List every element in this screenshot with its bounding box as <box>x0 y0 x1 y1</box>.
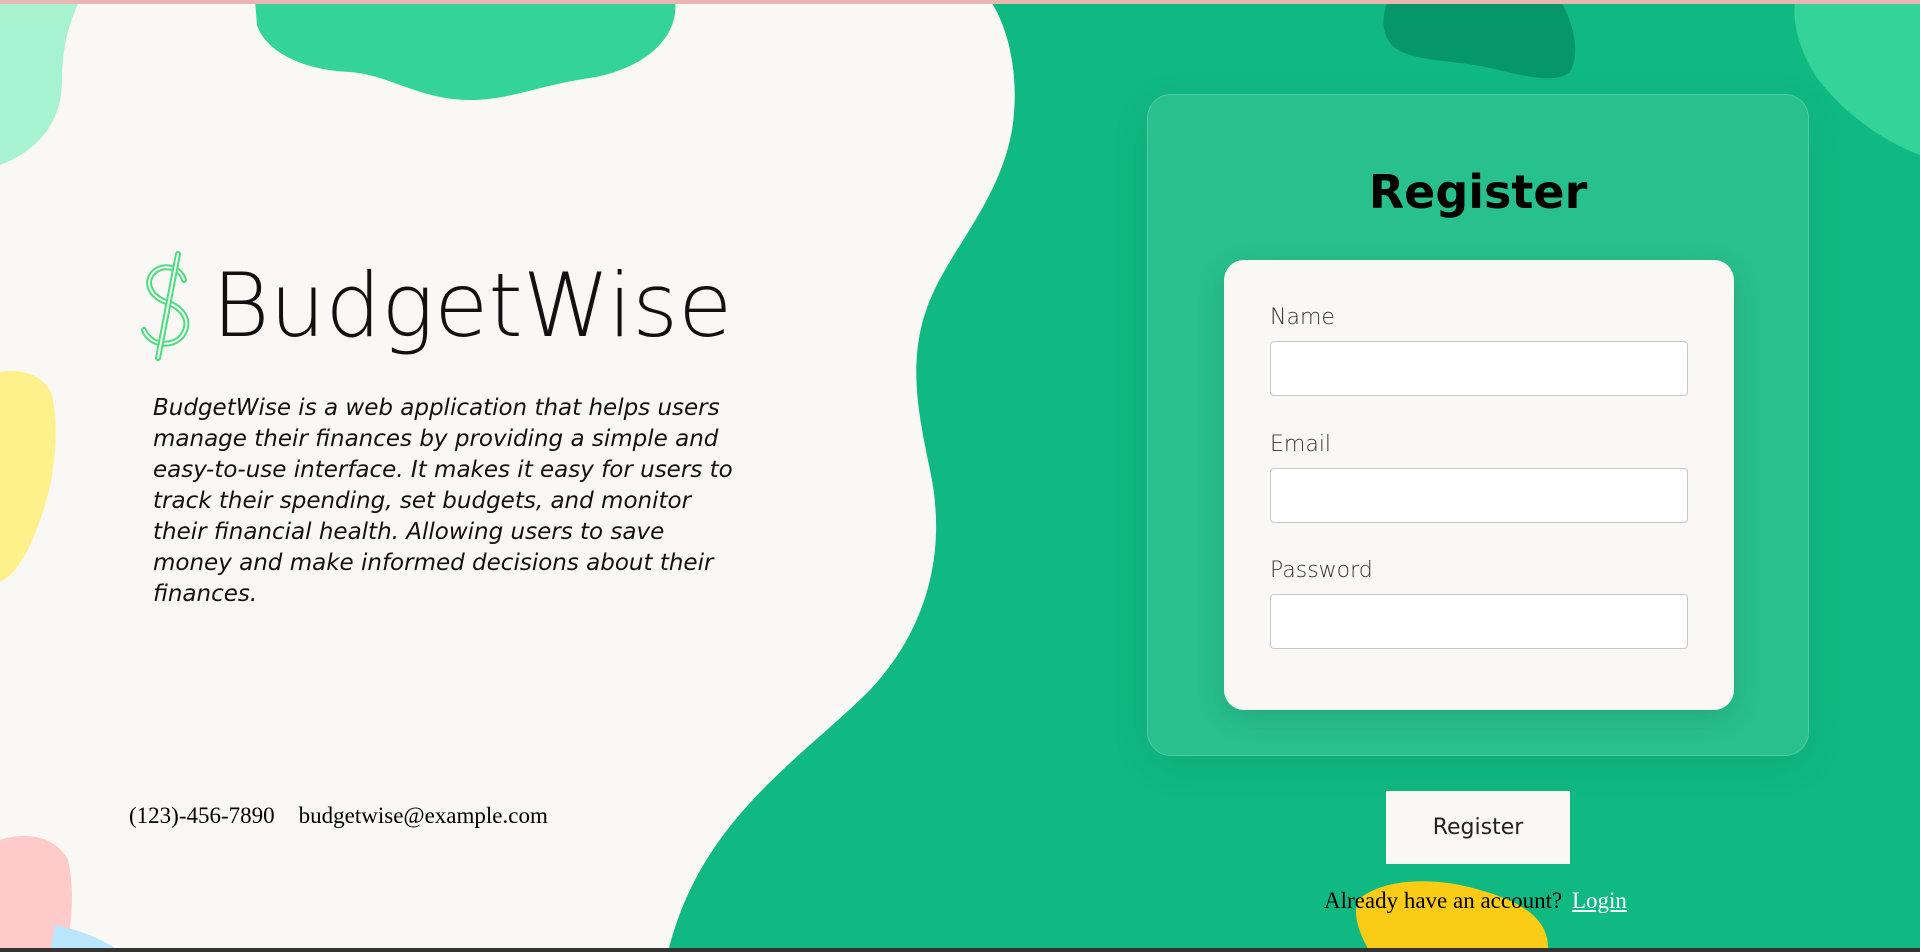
login-link[interactable]: Login <box>1572 888 1627 913</box>
brand-name: BudgetWise <box>212 254 733 357</box>
login-prompt: Already have an account? Login <box>1324 888 1627 914</box>
name-label: Name <box>1270 305 1335 330</box>
register-title: Register <box>1368 165 1588 219</box>
password-label: Password <box>1270 558 1373 583</box>
dollar-sign-icon <box>141 251 190 361</box>
left-yellow-blob <box>0 370 56 582</box>
contact-email: budgetwise@example.com <box>298 803 548 828</box>
bottom-border <box>0 948 1920 952</box>
brand-header: BudgetWise <box>132 250 732 362</box>
register-page: BudgetWise BudgetWise is a web applicati… <box>0 0 1920 952</box>
register-button[interactable]: Register <box>1386 791 1570 864</box>
email-input[interactable] <box>1270 468 1688 523</box>
top-green-blob <box>255 0 676 100</box>
password-input[interactable] <box>1270 594 1688 649</box>
login-prompt-text: Already have an account? <box>1324 888 1563 913</box>
brand-description: BudgetWise is a web application that hel… <box>153 395 733 607</box>
email-label: Email <box>1270 432 1332 457</box>
name-input[interactable] <box>1270 341 1688 396</box>
register-form: Name Email Password <box>1224 260 1734 710</box>
top-border <box>0 0 1920 4</box>
contact-phone: (123)-456-7890 <box>129 803 275 828</box>
contact-info: (123)-456-7890 budgetwise@example.com <box>129 803 548 829</box>
top-left-mint-blob <box>0 0 80 165</box>
register-card: Register Name Email Password <box>1147 94 1809 756</box>
